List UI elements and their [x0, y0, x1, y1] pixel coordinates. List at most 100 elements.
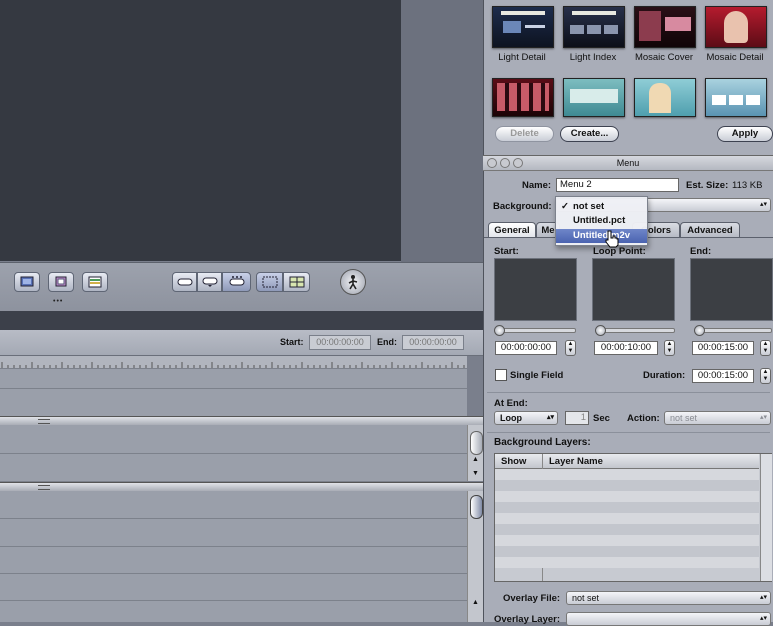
loop-slider[interactable] [595, 325, 675, 336]
viewer-side-area [401, 0, 483, 262]
tab-advanced[interactable]: Advanced [680, 222, 740, 238]
duration-field[interactable]: 00:00:15:00 [692, 369, 754, 383]
timeline-track-4[interactable] [0, 454, 467, 482]
delete-button[interactable]: Delete [495, 126, 554, 142]
timeline-track-5[interactable] [0, 491, 467, 519]
splitter-grip-icon [38, 485, 50, 490]
timeline-track-2[interactable] [0, 389, 467, 417]
end-slider[interactable] [694, 325, 772, 336]
upper-scrollbar[interactable]: ▲ ▼ [467, 425, 484, 481]
action-label: Action: [627, 413, 660, 424]
template-label: Light Detail [498, 52, 546, 63]
loop-slider-knob[interactable] [595, 325, 606, 336]
zoom-window-icon[interactable] [513, 158, 523, 168]
table-row[interactable] [495, 513, 759, 524]
dropdown-item-untitled-m2v[interactable]: Untitled.m2v [556, 229, 647, 243]
template-thumb-7[interactable] [634, 78, 696, 117]
apply-button[interactable]: Apply [717, 126, 773, 142]
start-slider[interactable] [494, 325, 576, 336]
template-thumb-5[interactable] [492, 78, 554, 117]
timeline-track-9[interactable] [0, 601, 467, 622]
table-row[interactable] [495, 524, 759, 535]
table-row[interactable] [495, 557, 759, 568]
background-dropdown-menu[interactable]: ✓ not set Untitled.pct Untitled.m2v [555, 196, 648, 246]
timeline-track-8[interactable] [0, 574, 467, 601]
start-timecode-field[interactable]: 00:00:00:00 [495, 341, 557, 355]
table-row[interactable] [495, 502, 759, 513]
tab-general[interactable]: General [488, 222, 536, 238]
template-thumb-8[interactable] [705, 78, 767, 117]
minimize-window-icon[interactable] [500, 158, 510, 168]
timeline-track-6[interactable] [0, 519, 467, 547]
template-thumb-light-detail[interactable] [492, 6, 554, 48]
table-row[interactable] [495, 491, 759, 502]
layers-button[interactable] [48, 272, 74, 292]
hand-cursor-icon [605, 230, 619, 248]
single-field-checkbox[interactable] [495, 369, 507, 381]
create-button[interactable]: Create... [560, 126, 619, 142]
end-slider-knob[interactable] [694, 325, 705, 336]
palette-button[interactable] [82, 272, 108, 292]
scroll-up-arrow-icon[interactable]: ▲ [472, 599, 479, 606]
at-end-popup[interactable]: Loop ▴▾ [494, 411, 558, 425]
end-stepper[interactable]: ▲ ▼ [760, 340, 771, 356]
overlay-file-label: Overlay File: [503, 593, 561, 604]
action-popup[interactable]: not set ▴▾ [664, 411, 771, 425]
dropdown-item-not-set[interactable]: ✓ not set [556, 200, 647, 214]
end-timecode-field[interactable]: 00:00:15:00 [692, 341, 754, 355]
template-thumb-light-index[interactable] [563, 6, 625, 48]
scroll-down-arrow-icon[interactable]: ▼ [472, 470, 479, 477]
grid-icon [289, 276, 304, 288]
loop-timecode-field[interactable]: 00:00:10:00 [594, 341, 658, 355]
column-layer-name[interactable]: Layer Name [549, 456, 603, 467]
lower-scroll-thumb[interactable] [470, 495, 483, 519]
name-label: Name: [522, 180, 552, 191]
timeline-track-3[interactable] [0, 425, 467, 454]
template-thumb-mosaic-cover[interactable] [634, 6, 696, 48]
menu-editor-button[interactable] [14, 272, 40, 292]
timeline-divider-strip [0, 311, 483, 330]
button-shape-3[interactable] [222, 272, 251, 292]
simulator-button[interactable] [340, 269, 366, 295]
dropdown-item-untitled-pct[interactable]: Untitled.pct [556, 214, 647, 228]
range-start-field[interactable]: 00:00:00:00 [309, 335, 371, 350]
button-shape-2[interactable] [197, 272, 222, 292]
lower-scrollbar[interactable]: ▲ [467, 491, 484, 622]
table-scrollbar[interactable] [760, 454, 772, 581]
timeline-ruler[interactable] [0, 356, 467, 369]
grid-button[interactable] [283, 272, 310, 292]
loop-seconds-field[interactable]: 1 [565, 411, 589, 425]
button-shape-1[interactable] [172, 272, 197, 292]
timeline-track-7[interactable] [0, 547, 467, 574]
table-row[interactable] [495, 535, 759, 546]
sec-label: Sec [593, 413, 610, 424]
popup-arrows-icon: ▴▾ [759, 201, 767, 208]
overlay-file-popup[interactable]: not set ▴▾ [566, 591, 771, 605]
template-thumb-6[interactable] [563, 78, 625, 117]
end-label: End: [690, 246, 712, 257]
menu-window-titlebar[interactable]: Menu [483, 155, 773, 171]
more-dots: ••• [53, 298, 64, 305]
splitter-grip-icon [38, 419, 50, 424]
loop-stepper[interactable]: ▲ ▼ [664, 340, 675, 356]
safe-area-icon [262, 276, 277, 288]
column-show[interactable]: Show [501, 456, 526, 467]
timeline-track-1[interactable] [0, 369, 467, 389]
template-thumb-mosaic-detail[interactable] [705, 6, 767, 48]
range-end-field[interactable]: 00:00:00:00 [402, 335, 464, 350]
overlay-layer-popup[interactable]: ▴▾ [566, 612, 771, 626]
title-safe-button[interactable] [256, 272, 283, 292]
scroll-up-arrow-icon[interactable]: ▲ [472, 456, 479, 463]
duration-stepper[interactable]: ▲ ▼ [760, 368, 771, 384]
table-row[interactable] [495, 480, 759, 491]
background-layers-table[interactable]: Show Layer Name [494, 453, 772, 582]
close-window-icon[interactable] [487, 158, 497, 168]
palette-icon [88, 276, 102, 288]
table-row[interactable] [495, 469, 759, 480]
start-stepper[interactable]: ▲ ▼ [565, 340, 576, 356]
start-slider-knob[interactable] [494, 325, 505, 336]
menu-name-field[interactable]: Menu 2 [556, 178, 679, 192]
upper-scroll-thumb[interactable] [470, 431, 483, 455]
section-divider [487, 392, 770, 393]
table-row[interactable] [495, 546, 759, 557]
